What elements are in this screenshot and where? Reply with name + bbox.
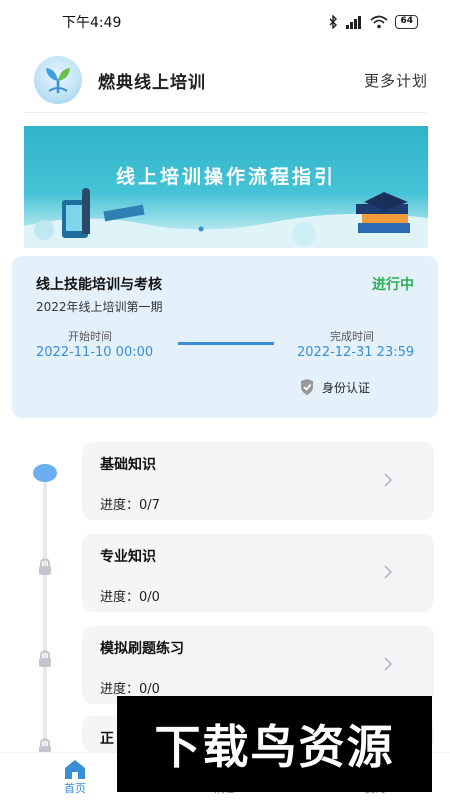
- status-badge: 进行中: [372, 277, 414, 293]
- bluetooth-icon: [329, 15, 338, 29]
- more-plans-link[interactable]: 更多计划: [364, 70, 428, 91]
- app-title: 燃典线上培训: [98, 72, 206, 93]
- chevron-right-icon: [384, 657, 393, 671]
- sprout-logo-icon: [46, 68, 70, 93]
- course-duration-bar: [178, 342, 274, 345]
- nav-home-label: 首页: [64, 782, 86, 795]
- module-card-basic[interactable]: 基础知识 进度：0/7: [82, 442, 434, 520]
- header-divider: [24, 112, 426, 113]
- verify-label: 身份认证: [322, 380, 371, 395]
- start-time-value: 2022-11-10 00:00: [36, 345, 154, 360]
- guide-banner[interactable]: 线上培训操作流程指引: [24, 126, 428, 248]
- lock-icon: [39, 650, 51, 667]
- watermark-overlay: 下载鸟资源: [117, 696, 432, 792]
- module-title: 基础知识: [100, 457, 156, 473]
- module-card-professional[interactable]: 专业知识 进度：0/0: [82, 534, 434, 612]
- lock-icon: [39, 558, 51, 575]
- start-time-label: 开始时间: [68, 330, 112, 343]
- status-time: 下午4:49: [62, 15, 122, 31]
- chevron-right-icon: [384, 473, 393, 487]
- battery-indicator: 64: [395, 15, 418, 29]
- app-logo: [34, 56, 82, 104]
- module-progress: 进度：0/0: [100, 590, 160, 605]
- timeline-current-dot: [33, 464, 57, 482]
- course-card[interactable]: 线上技能培训与考核 进行中 2022年线上培训第一期 开始时间 2022-11-…: [12, 256, 438, 418]
- carousel-indicator: [198, 226, 204, 232]
- cell-signal-icon: [346, 16, 362, 29]
- module-title: 正: [100, 731, 114, 747]
- module-progress: 进度：0/0: [100, 682, 160, 697]
- module-progress: 进度：0/7: [100, 498, 160, 513]
- wifi-icon: [370, 15, 388, 29]
- home-icon: [65, 760, 85, 779]
- status-icons: 64: [329, 15, 418, 29]
- module-title: 专业知识: [100, 549, 156, 565]
- module-title: 模拟刷题练习: [100, 641, 184, 657]
- status-bar: 下午4:49 64: [0, 0, 450, 44]
- course-subtitle: 2022年线上培训第一期: [36, 300, 163, 314]
- chevron-right-icon: [384, 565, 393, 579]
- course-title: 线上技能培训与考核: [36, 277, 162, 293]
- timeline-track: [43, 472, 47, 762]
- nav-home[interactable]: 首页: [35, 758, 115, 796]
- module-card-practice[interactable]: 模拟刷题练习 进度：0/0: [82, 626, 434, 704]
- banner-title: 线上培训操作流程指引: [115, 166, 336, 188]
- verified-badge-icon: [301, 379, 313, 395]
- end-time-value: 2022-12-31 23:59: [297, 345, 415, 360]
- app-header: 燃典线上培训 更多计划: [0, 50, 450, 110]
- end-time-label: 完成时间: [330, 330, 374, 343]
- identity-verification[interactable]: 身份认证: [298, 378, 370, 396]
